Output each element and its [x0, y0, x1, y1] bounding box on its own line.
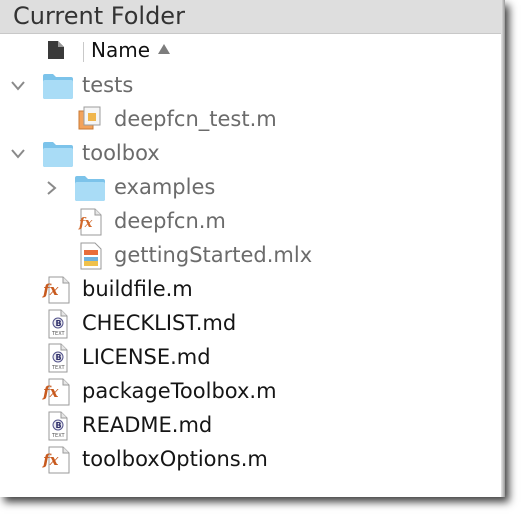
panel-edge	[501, 0, 505, 497]
text-file-icon: B TEXT	[48, 343, 68, 373]
tree-item-package-toolbox[interactable]: fx packageToolbox.m	[0, 376, 501, 408]
panel-title-bar: Current Folder	[0, 0, 501, 34]
live-script-icon	[80, 242, 102, 270]
tree-item-label: deepfcn.m	[114, 209, 226, 233]
tree-item-label: tests	[82, 73, 134, 97]
svg-text:B: B	[56, 421, 62, 430]
folder-icon	[43, 74, 73, 99]
text-file-icon: B TEXT	[48, 411, 68, 441]
sort-ascending-icon[interactable]	[158, 44, 170, 54]
tree-item-getting-started[interactable]: gettingStarted.mlx	[0, 240, 501, 272]
tree-item-label: examples	[114, 175, 216, 199]
matlab-function-icon: fx	[42, 276, 70, 304]
panel-title: Current Folder	[13, 2, 185, 30]
tree-item-tests[interactable]: tests	[0, 70, 501, 102]
svg-text:TEXT: TEXT	[51, 331, 66, 337]
tree-item-deepfcn[interactable]: fx deepfcn.m	[0, 206, 501, 238]
folder-icon	[75, 176, 105, 201]
folder-icon	[43, 142, 73, 167]
tree-item-label: LICENSE.md	[82, 345, 211, 369]
chevron-down-icon[interactable]	[10, 80, 26, 92]
svg-text:fx: fx	[42, 281, 59, 299]
tree-item-readme[interactable]: B TEXT README.md	[0, 410, 501, 442]
chevron-down-icon[interactable]	[10, 148, 26, 160]
matlab-test-class-icon	[78, 106, 101, 130]
matlab-function-icon: fx	[78, 208, 102, 236]
tree-item-checklist[interactable]: B TEXT CHECKLIST.md	[0, 308, 501, 340]
tree-item-deepfcn-test[interactable]: deepfcn_test.m	[0, 104, 501, 136]
column-header[interactable]	[0, 35, 501, 65]
svg-text:fx: fx	[78, 216, 93, 231]
tree-item-toolbox[interactable]: toolbox	[0, 138, 501, 170]
tree-item-label: packageToolbox.m	[82, 379, 277, 403]
tree-item-label: CHECKLIST.md	[82, 311, 237, 335]
svg-text:TEXT: TEXT	[51, 365, 66, 371]
matlab-function-icon: fx	[42, 446, 70, 474]
tree-item-label: toolboxOptions.m	[82, 447, 268, 471]
tree-item-label: gettingStarted.mlx	[114, 243, 313, 267]
svg-text:B: B	[56, 353, 62, 362]
chevron-right-icon[interactable]	[46, 180, 58, 196]
file-type-column-icon[interactable]	[46, 40, 66, 60]
tree-item-label: toolbox	[82, 141, 160, 165]
tree-item-label: README.md	[82, 413, 213, 437]
tree-item-buildfile[interactable]: fx buildfile.m	[0, 274, 501, 306]
column-name-header[interactable]: Name	[91, 37, 150, 63]
text-file-icon: B TEXT	[48, 309, 68, 339]
svg-text:TEXT: TEXT	[51, 433, 66, 439]
tree-item-label: deepfcn_test.m	[114, 107, 277, 131]
svg-text:fx: fx	[42, 451, 59, 469]
tree-item-label: buildfile.m	[82, 277, 193, 301]
current-folder-panel: Current Folder Name tests deepfcn_test.m	[0, 0, 505, 497]
svg-text:fx: fx	[42, 383, 59, 401]
tree-item-toolbox-options[interactable]: fx toolboxOptions.m	[0, 444, 501, 476]
tree-item-examples[interactable]: examples	[0, 172, 501, 204]
tree-item-license[interactable]: B TEXT LICENSE.md	[0, 342, 501, 374]
matlab-function-icon: fx	[42, 378, 70, 406]
svg-text:B: B	[56, 319, 62, 328]
column-separator	[83, 42, 84, 62]
